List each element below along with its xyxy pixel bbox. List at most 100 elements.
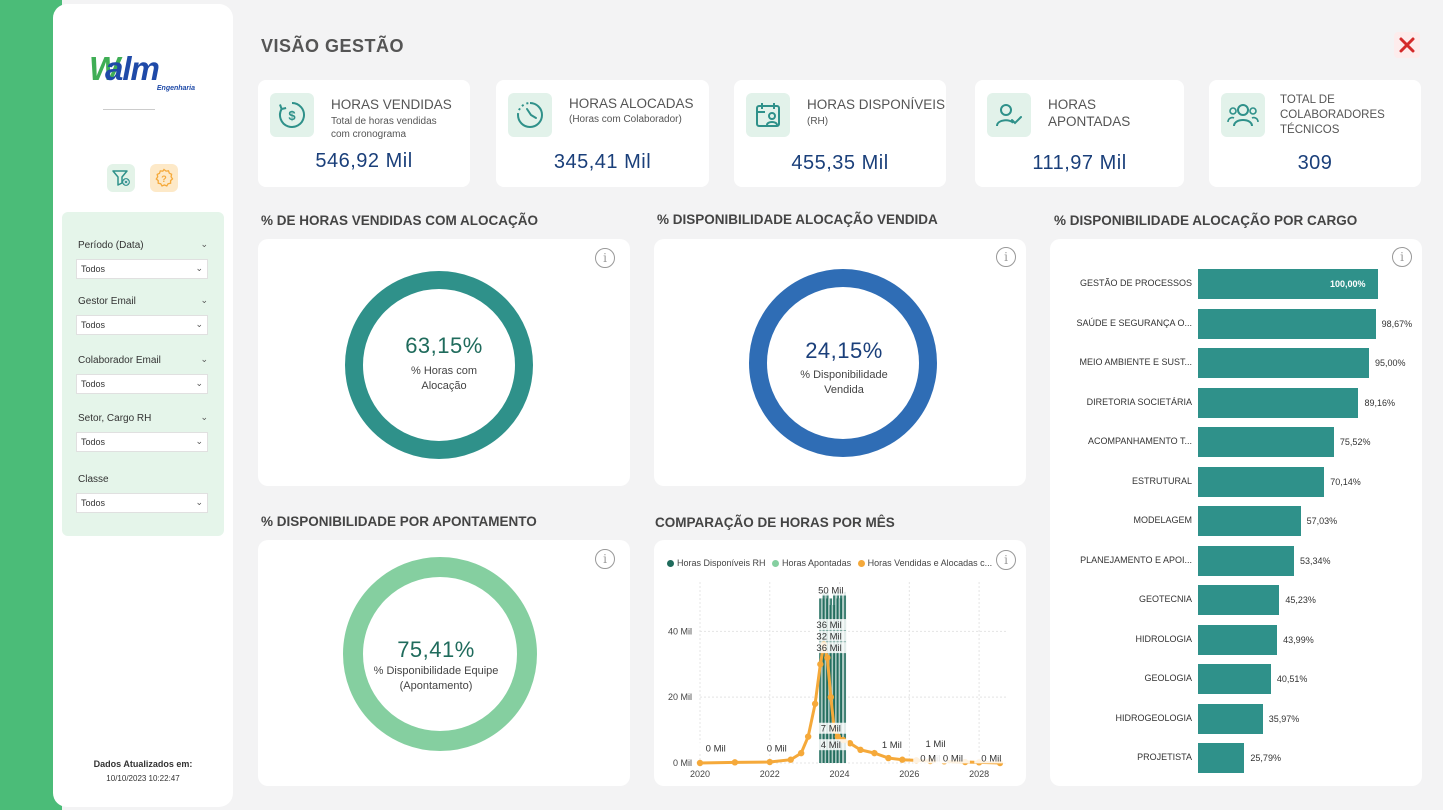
line-point xyxy=(766,758,773,766)
legend-item[interactable]: Horas Apontadas xyxy=(772,558,851,568)
svg-text:$: $ xyxy=(288,108,296,123)
bar-category-label: ESTRUTURAL xyxy=(1131,475,1192,486)
data-label: 7 Mil xyxy=(821,724,841,735)
filter-periodo-select[interactable]: Todos ⌄ xyxy=(76,259,208,279)
x-tick-label: 2028 xyxy=(969,769,989,779)
bar-category-label: HIDROLOGIA xyxy=(1135,633,1192,644)
kpi-title: HORAS ALOCADAS xyxy=(569,96,694,111)
svg-text:?: ? xyxy=(161,174,167,184)
kpi-value: 455,35 Mil xyxy=(791,152,889,174)
bar[interactable] xyxy=(1198,506,1301,536)
data-label: 1 Mil xyxy=(882,740,902,751)
bar-value-label: 100,00% xyxy=(1330,279,1366,289)
users-icon xyxy=(1221,93,1265,137)
chevron-down-icon[interactable]: ⌄ xyxy=(200,354,208,365)
bar[interactable] xyxy=(1198,387,1359,418)
month-line-chart: 2020 2022 2024 2026 2028 0 Mil 20 Mil 40 Mil 50 … xyxy=(668,582,1009,779)
kpi-subtitle: (RH) xyxy=(807,116,829,127)
data-label: 4 Mil xyxy=(821,740,841,751)
bar-category-label: MEIO AMBIENTE E SUST... xyxy=(1079,357,1192,367)
section-title-cargo: % DISPONIBILIDADE ALOCAÇÃO POR CARGO xyxy=(1054,213,1358,228)
donut-value: 63,15% xyxy=(405,333,483,358)
line-point xyxy=(787,756,794,763)
data-label: 36 Mil xyxy=(816,643,841,654)
filter-setor-label: Setor, Cargo RH xyxy=(78,413,152,424)
kpi-subtitle: Total de horas vendidas com cronograma xyxy=(331,116,437,140)
bar-category-label: MODELAGEM xyxy=(1133,515,1192,525)
filter-classe-select[interactable]: Todos ⌄ xyxy=(76,493,208,513)
legend-item[interactable]: Horas Disponíveis RH xyxy=(667,558,766,568)
filter-colaborador-label: Colaborador Email xyxy=(78,355,161,366)
info-icon[interactable]: i xyxy=(595,549,615,569)
help-icon[interactable]: ? xyxy=(150,164,178,192)
bar-value-label: 95,00% xyxy=(1375,358,1406,368)
filter-gestor-select[interactable]: Todos ⌄ xyxy=(76,315,208,335)
chevron-down-icon: ⌄ xyxy=(195,263,203,273)
bar[interactable] xyxy=(1198,427,1334,457)
chevron-down-icon[interactable]: ⌄ xyxy=(200,295,208,306)
close-button[interactable] xyxy=(1394,32,1420,58)
line-point xyxy=(885,754,892,762)
line-point xyxy=(696,759,704,767)
bar-value-label: 45,23% xyxy=(1285,595,1316,605)
donut-card-apontamento: i 75,41% % Disponibilidade Equipe (Aponta… xyxy=(258,540,630,786)
bar[interactable] xyxy=(1198,703,1263,734)
line-point xyxy=(824,654,831,661)
info-icon[interactable]: i xyxy=(595,248,615,268)
calendar-user-icon xyxy=(746,93,790,137)
bar[interactable] xyxy=(1198,308,1376,339)
x-tick-label: 2026 xyxy=(899,769,919,779)
data-label: 0 Mil xyxy=(767,743,787,754)
filter-colaborador-select[interactable]: Todos ⌄ xyxy=(76,374,208,394)
bar[interactable] xyxy=(1198,466,1325,497)
kpi-horas-apontadas: HORAS APONTADAS 111,97 Mil xyxy=(975,80,1184,187)
data-label: 0 Mil xyxy=(981,753,1001,764)
company-logo: W alm Engenharia xyxy=(89,50,195,92)
data-label: 36 Mil xyxy=(816,620,841,631)
bar-value-label: 43,99% xyxy=(1283,634,1314,645)
bar[interactable] xyxy=(1198,743,1245,773)
line-point xyxy=(797,749,805,757)
x-tick-label: 2022 xyxy=(760,769,780,779)
kpi-horas-vendidas: $ HORAS VENDIDAS Total de horas vendidas… xyxy=(258,80,470,187)
bar[interactable] xyxy=(1198,585,1280,615)
section-title-disponibilidade: % DISPONIBILIDADE ALOCAÇÃO VENDIDA xyxy=(657,212,938,227)
bar-category-label: GEOTECNIA xyxy=(1138,594,1192,604)
bar-category-label: HIDROGEOLOGIA xyxy=(1115,712,1192,723)
chevron-down-icon[interactable]: ⌄ xyxy=(200,412,208,423)
kpi-title: HORAS APONTADAS xyxy=(1048,97,1131,129)
bar-value-label: 70,14% xyxy=(1330,476,1361,487)
kpi-value: 111,97 Mil xyxy=(1032,152,1127,174)
bar[interactable] xyxy=(1198,664,1271,694)
line-point xyxy=(804,733,812,740)
x-tick-label: 2020 xyxy=(690,769,710,779)
kpi-value: 546,92 Mil xyxy=(315,150,413,172)
kpi-value: 345,41 Mil xyxy=(553,151,652,173)
y-tick-label: 40 Mil xyxy=(668,626,692,636)
chevron-down-icon: ⌄ xyxy=(195,319,203,329)
updated-timestamp: 10/10/2023 10:22:47 xyxy=(106,774,180,783)
legend-item[interactable]: Horas Vendidas e Alocadas c... xyxy=(857,558,992,568)
filter-gestor-label: Gestor Email xyxy=(78,296,136,307)
bar-category-label: ACOMPANHAMENTO T... xyxy=(1087,436,1192,446)
donut-label: % Disponibilidade Equipe (Apontamento) xyxy=(373,665,499,692)
info-icon[interactable]: i xyxy=(1392,247,1412,267)
donut-card-vendidas: i 63,15% % Horas com Alocação xyxy=(258,239,630,486)
bar[interactable] xyxy=(1198,348,1369,378)
bar[interactable] xyxy=(1198,624,1278,655)
bar-category-label: PROJETISTA xyxy=(1137,752,1192,762)
filter-setor-select[interactable]: Todos ⌄ xyxy=(76,432,208,452)
donut-value: 75,41% xyxy=(397,637,475,662)
line-point xyxy=(817,661,824,668)
chevron-down-icon[interactable]: ⌄ xyxy=(200,239,208,250)
bar-category-label: GESTÃO DE PROCESSOS xyxy=(1079,278,1192,288)
info-icon[interactable]: i xyxy=(996,247,1016,267)
bar[interactable] xyxy=(1198,545,1294,576)
line-point xyxy=(731,759,739,766)
donut-label: % Disponibilidade Vendida xyxy=(800,369,888,396)
clear-filters-icon[interactable] xyxy=(107,164,135,192)
user-check-icon xyxy=(987,93,1031,137)
line-point xyxy=(827,693,835,701)
bar-value-label: 53,34% xyxy=(1300,555,1331,566)
filter-classe-label: Classe xyxy=(78,474,109,485)
